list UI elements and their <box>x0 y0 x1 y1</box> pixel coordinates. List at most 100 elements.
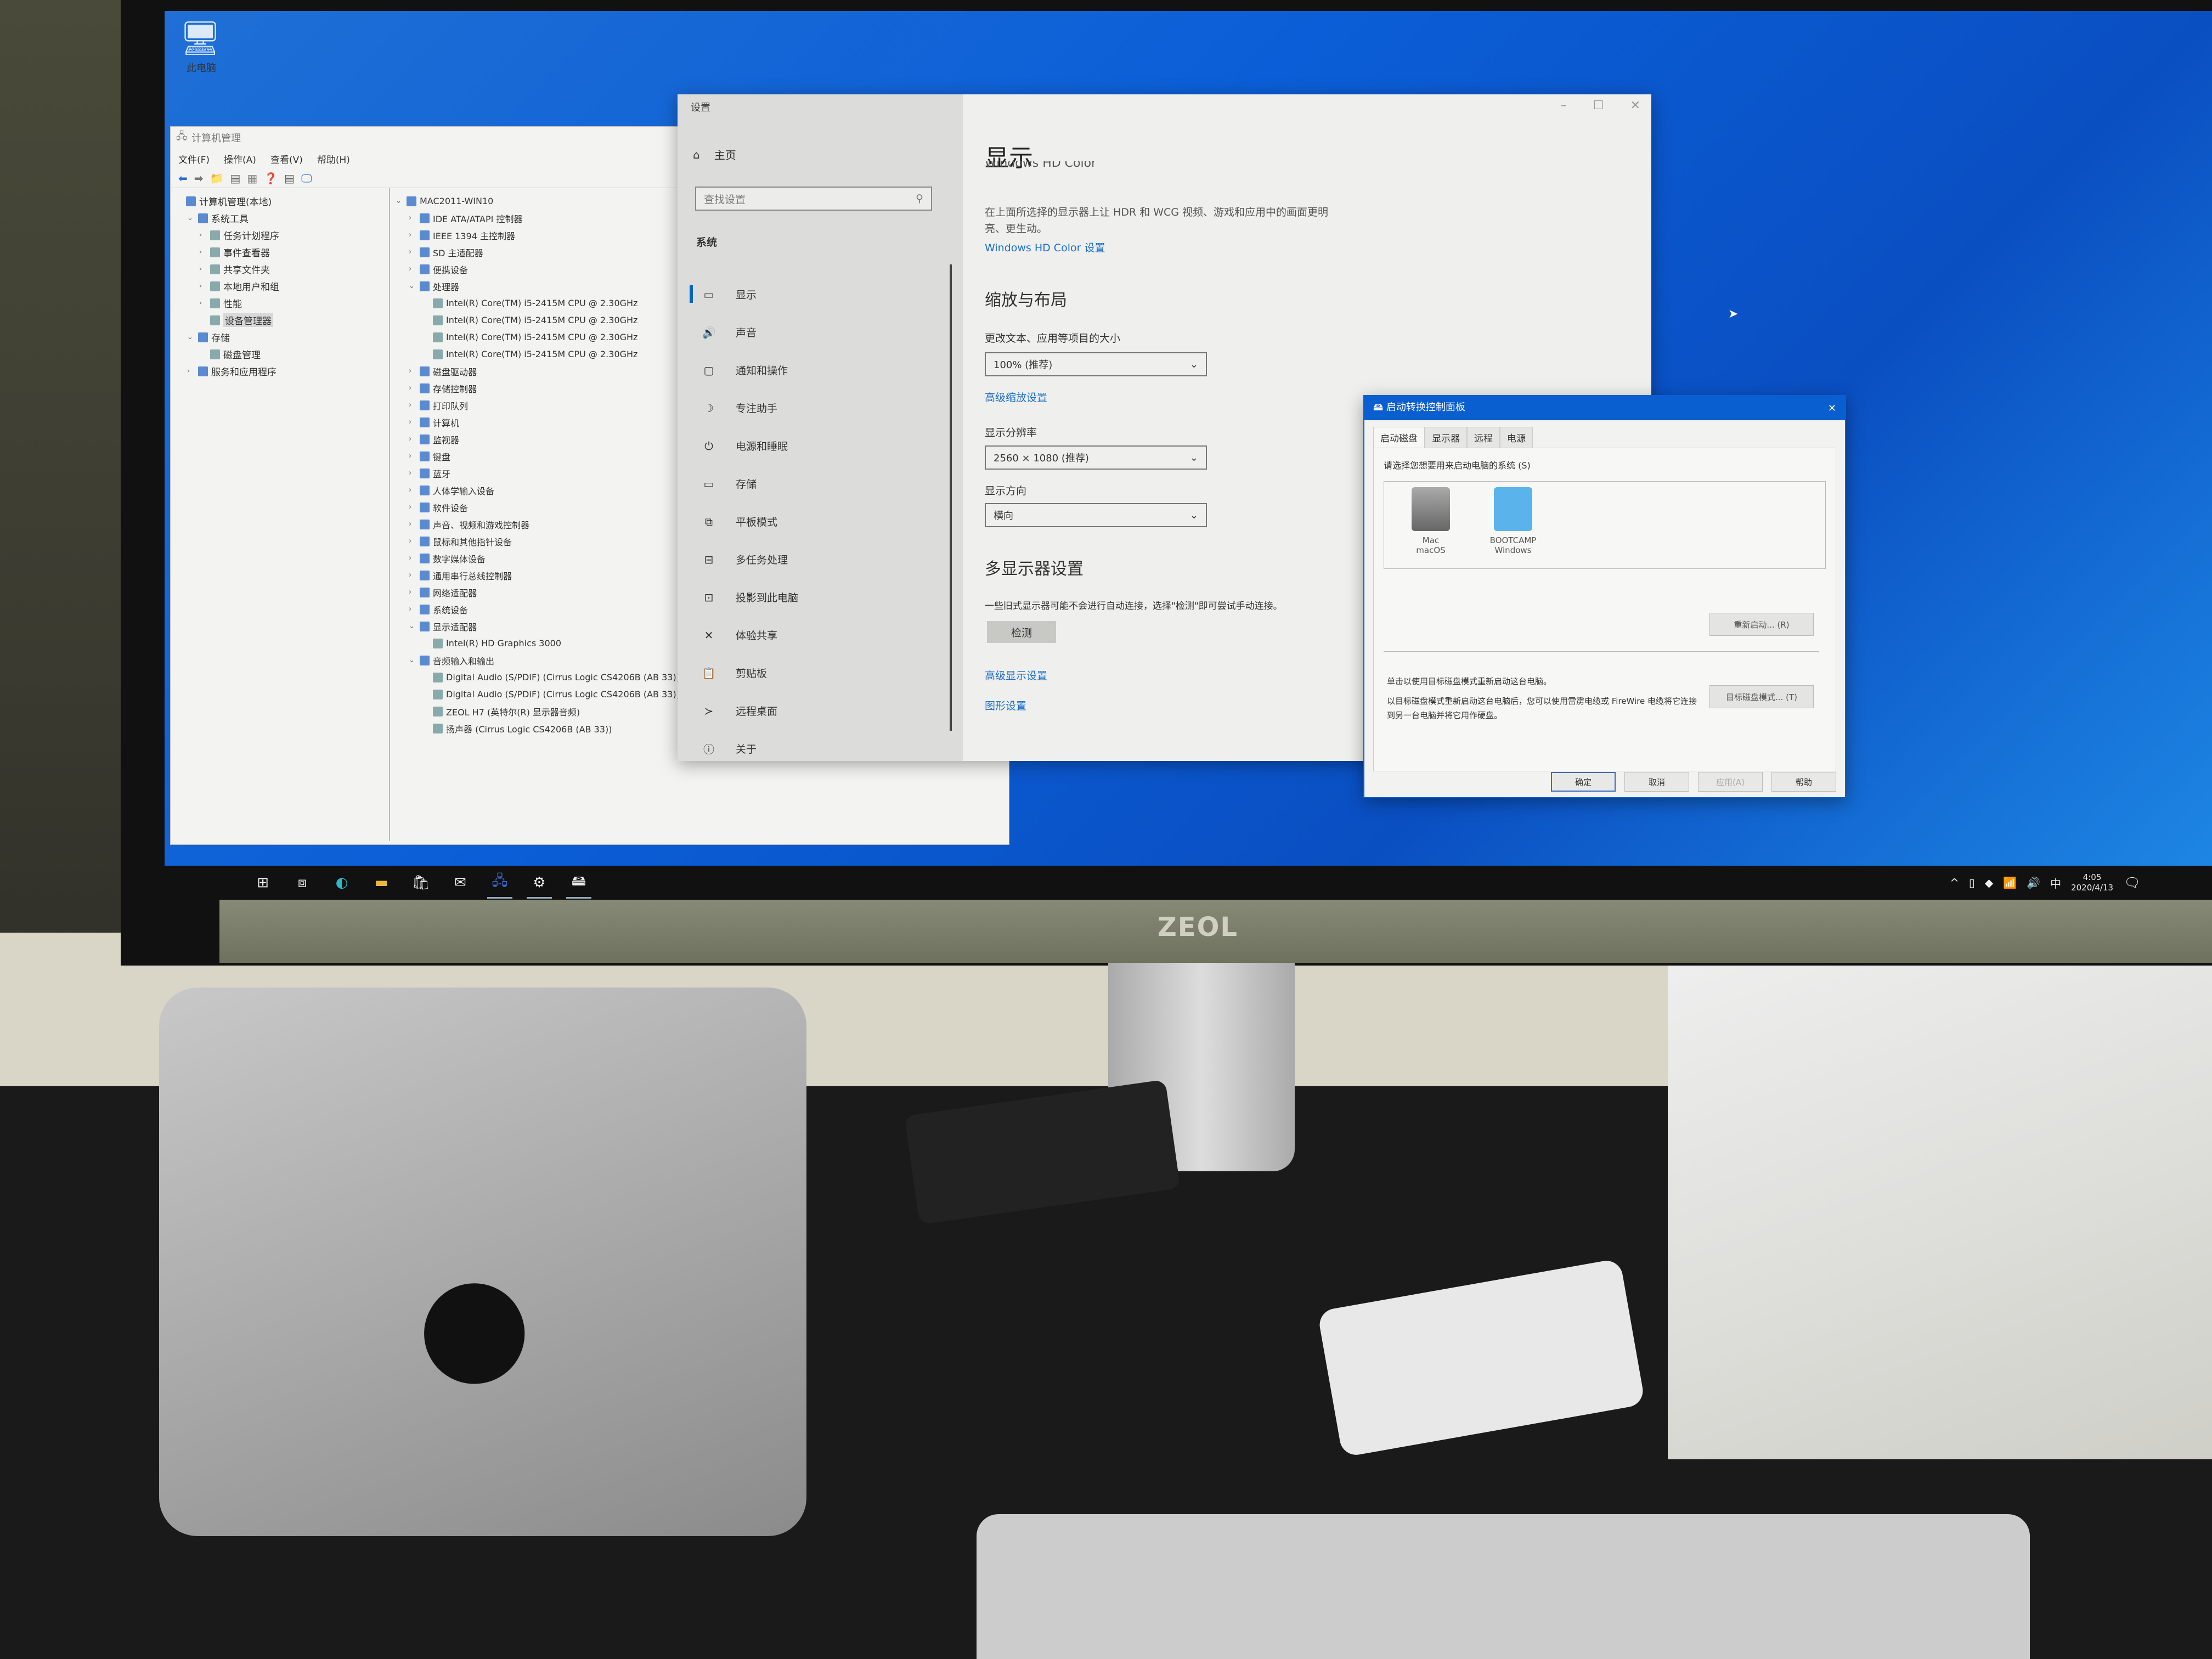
taskbar-bootcamp[interactable]: 🖴 <box>566 872 591 899</box>
chevron-right-icon[interactable]: › <box>187 367 195 375</box>
nav-item[interactable]: ▭ 存储 <box>678 465 963 503</box>
tree-node[interactable]: › 共享文件夹 <box>173 261 387 278</box>
nav-item[interactable]: ⓘ 关于 <box>678 730 963 768</box>
up-folder-icon[interactable]: 📁 <box>210 172 224 185</box>
chevron-right-icon[interactable]: › <box>409 452 416 460</box>
bootcamp-tray-icon[interactable]: ◆ <box>1985 876 1993 889</box>
chevron-right-icon[interactable]: › <box>409 418 416 426</box>
show-hide-tree-icon[interactable]: ▤ <box>230 172 240 185</box>
taskbar-store[interactable]: 🛍 <box>410 872 431 893</box>
scale-dropdown[interactable]: 100% (推荐) ⌄ <box>985 352 1207 376</box>
tree-node[interactable]: 磁盘管理 <box>173 346 387 363</box>
tree-node[interactable]: ⌄ 系统工具 <box>173 210 387 227</box>
action-center-icon[interactable]: 🗨 <box>2124 875 2141 890</box>
disk-bootcamp-windows[interactable]: BOOTCAMP Windows <box>1483 487 1543 563</box>
orientation-dropdown[interactable]: 横向 ⌄ <box>985 503 1207 527</box>
chevron-right-icon[interactable]: › <box>409 435 416 443</box>
nav-item[interactable]: ⊟ 多任务处理 <box>678 540 963 578</box>
back-icon[interactable]: ⬅ <box>178 172 188 185</box>
show-hidden-icons-chevron-up-icon[interactable]: ^ <box>1950 876 1959 889</box>
help-button[interactable]: 帮助 <box>1771 772 1836 792</box>
chevron-right-icon[interactable]: › <box>409 537 416 545</box>
chevron-right-icon[interactable]: › <box>409 248 416 256</box>
apply-button[interactable]: 应用(A) <box>1698 772 1763 792</box>
start-button[interactable]: ⊞ <box>252 872 273 893</box>
nav-item[interactable]: 🔊 声音 <box>678 313 963 351</box>
taskbar-computer-management[interactable]: 🖧 <box>487 872 512 899</box>
advanced-display-link[interactable]: 高级显示设置 <box>985 668 1047 682</box>
nav-item[interactable]: ⏻ 电源和睡眠 <box>678 427 963 465</box>
chevron-down-icon[interactable]: ⌄ <box>187 333 195 341</box>
chevron-right-icon[interactable]: › <box>409 214 416 222</box>
chevron-right-icon[interactable]: › <box>409 469 416 477</box>
settings-search-input[interactable]: 查找设置 ⚲ <box>695 187 932 211</box>
chevron-down-icon[interactable]: ⌄ <box>409 622 416 630</box>
chevron-down-icon[interactable]: ⌄ <box>409 656 416 664</box>
chevron-right-icon[interactable]: › <box>199 231 207 239</box>
chevron-down-icon[interactable]: ⌄ <box>187 214 195 222</box>
disk-macos[interactable]: Mac macOS <box>1401 487 1461 563</box>
tree-node[interactable]: › 本地用户和组 <box>173 278 387 295</box>
chevron-right-icon[interactable]: › <box>409 588 416 596</box>
advanced-scaling-link[interactable]: 高级缩放设置 <box>985 390 1047 404</box>
tab-startup-disk[interactable]: 启动磁盘 <box>1373 427 1425 448</box>
view-icon[interactable]: ▤ <box>284 172 295 185</box>
chevron-right-icon[interactable]: › <box>409 571 416 579</box>
chevron-right-icon[interactable]: › <box>409 554 416 562</box>
clock[interactable]: 4:05 2020/4/13 <box>2071 872 2113 893</box>
chevron-down-icon[interactable]: ⌄ <box>409 282 416 290</box>
cancel-button[interactable]: 取消 <box>1624 772 1689 792</box>
tree-node[interactable]: › 任务计划程序 <box>173 227 387 244</box>
usb-icon[interactable]: ▯ <box>1969 876 1975 889</box>
chevron-right-icon[interactable]: › <box>409 401 416 409</box>
menu-file[interactable]: 文件(F) <box>178 152 210 166</box>
close-icon[interactable]: ✕ <box>1630 99 1640 112</box>
ime-indicator[interactable]: 中 <box>2050 875 2061 891</box>
tree-node[interactable]: ⌄ 存储 <box>173 329 387 346</box>
menu-help[interactable]: 帮助(H) <box>317 152 350 166</box>
nav-home[interactable]: ⌂ 主页 <box>693 146 736 162</box>
chevron-right-icon[interactable]: › <box>199 282 207 290</box>
chevron-right-icon[interactable]: › <box>409 231 416 239</box>
restart-button[interactable]: 重新启动... (R) <box>1709 613 1814 636</box>
tree-node[interactable]: 设备管理器 <box>173 312 387 329</box>
taskbar-settings[interactable]: ⚙ <box>527 872 552 899</box>
detect-button[interactable]: 检测 <box>987 621 1056 643</box>
chevron-right-icon[interactable]: › <box>409 503 416 511</box>
ok-button[interactable]: 确定 <box>1551 772 1616 792</box>
desktop-icon-this-pc[interactable]: 🖥 此电脑 <box>165 16 236 74</box>
tree-node[interactable]: › 性能 <box>173 295 387 312</box>
chevron-right-icon[interactable]: › <box>199 299 207 307</box>
taskbar-edge[interactable]: ◐ <box>331 872 352 893</box>
close-icon[interactable]: ✕ <box>1828 403 1836 414</box>
maximize-icon[interactable]: ☐ <box>1593 99 1604 112</box>
tree-node[interactable]: › 服务和应用程序 <box>173 363 387 380</box>
help-icon[interactable]: ❓ <box>264 172 278 185</box>
task-view-button[interactable]: ⧈ <box>292 872 313 893</box>
chevron-right-icon[interactable]: › <box>409 486 416 494</box>
chevron-right-icon[interactable]: › <box>199 265 207 273</box>
taskbar-mail[interactable]: ✉ <box>450 872 471 893</box>
tree-node[interactable]: › 事件查看器 <box>173 244 387 261</box>
nav-item[interactable]: ✕ 体验共享 <box>678 616 963 654</box>
nav-item[interactable]: ☽ 专注助手 <box>678 389 963 427</box>
resolution-dropdown[interactable]: 2560 × 1080 (推荐) ⌄ <box>985 445 1207 470</box>
chevron-right-icon[interactable]: › <box>409 265 416 273</box>
nav-item[interactable]: ▢ 通知和操作 <box>678 351 963 389</box>
taskbar-file-explorer[interactable]: ▬ <box>371 872 392 893</box>
tree-node[interactable]: 计算机管理(本地) <box>173 193 387 210</box>
nav-item[interactable]: ⧉ 平板模式 <box>678 503 963 540</box>
menu-action[interactable]: 操作(A) <box>224 152 256 166</box>
chevron-right-icon[interactable]: › <box>409 384 416 392</box>
hd-color-settings-link[interactable]: Windows HD Color 设置 <box>985 240 1105 255</box>
minimize-icon[interactable]: – <box>1561 99 1567 112</box>
target-disk-mode-button[interactable]: 目标磁盘模式... (T) <box>1709 685 1814 708</box>
nav-item[interactable]: ▭ 显示 <box>678 275 963 313</box>
forward-icon[interactable]: ➡ <box>194 172 204 185</box>
wifi-icon[interactable]: 📶 <box>2003 876 2017 889</box>
chevron-down-icon[interactable]: ⌄ <box>396 197 403 205</box>
nav-item[interactable]: 📋 剪贴板 <box>678 654 963 692</box>
tab-power[interactable]: 电源 <box>1500 427 1533 448</box>
nav-scrollbar[interactable] <box>950 264 952 731</box>
chevron-right-icon[interactable]: › <box>409 520 416 528</box>
